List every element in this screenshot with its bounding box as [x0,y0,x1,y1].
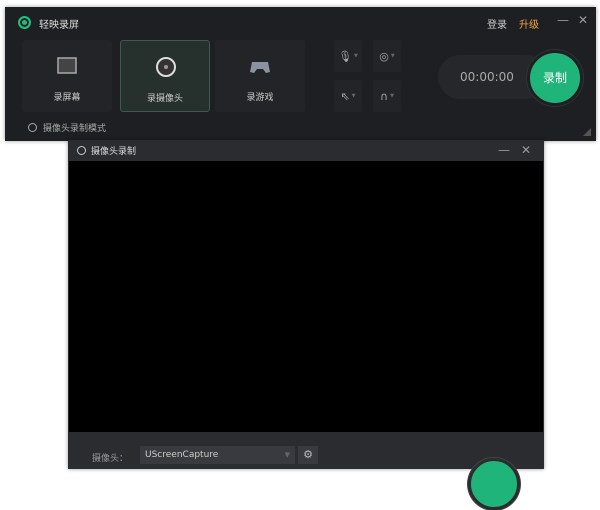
camera-minimize-button[interactable]: — [498,143,510,157]
minimize-button[interactable]: — [557,13,569,27]
login-link[interactable]: 登录 [487,16,507,31]
camera-icon [77,146,86,155]
mode-label: 录游戏 [246,93,274,103]
camera-window-title: 摄像头录制 [91,147,137,157]
resize-grip[interactable] [583,128,591,136]
camera-select-value: UScreenCapture [145,450,219,460]
camera-titlebar[interactable]: 摄像头录制 — ✕ [68,140,544,161]
chevron-down-icon: ▼ [284,451,290,459]
camera-window: 摄像头录制 — ✕ 摄像头： UScreenCapture ▼ ⚙ [68,140,544,510]
app-logo-icon [18,16,31,29]
gamepad-icon [250,62,270,73]
mode-label: 录摄像头 [146,94,183,104]
microphone-icon: 🎙 [338,49,353,63]
camera-close-button[interactable]: ✕ [521,143,531,157]
camera-record-button[interactable] [468,458,520,510]
camera-select[interactable]: UScreenCapture ▼ [140,446,295,464]
microphone-button[interactable]: 🎙 ▼ [334,40,362,72]
gear-icon: ⚙ [303,448,313,461]
mode-indicator: 摄像头录制模式 [28,121,106,134]
camera-preview [69,161,543,432]
close-button[interactable]: ✕ [578,13,588,27]
camera-settings-button[interactable]: ⚙ [298,446,318,464]
speaker-button[interactable]: ∩ ▼ [373,80,401,112]
camera-icon [156,57,176,77]
cursor-button[interactable]: ⇖ ▼ [334,80,362,112]
target-icon [28,123,37,132]
record-button[interactable]: 录制 [527,50,583,106]
upgrade-link[interactable]: 升级 [519,16,539,31]
webcam-button[interactable]: ◎ ▼ [373,40,401,72]
mode-record-screen[interactable]: 录屏幕 [22,40,112,112]
main-window: 轻映录屏 登录 升级 — ✕ 录屏幕 录摄像头 录游戏 🎙 ▼ ◎ ▼ ⇖ ▼ ∩ ▼ … [5,7,596,141]
webcam-icon: ◎ [379,49,389,63]
cursor-icon: ⇖ [340,89,350,103]
camera-label: 摄像头： [92,454,129,464]
mode-text: 摄像头录制模式 [43,124,107,134]
app-title: 轻映录屏 [39,20,79,31]
screen-icon [57,57,77,74]
mode-label: 录屏幕 [53,93,81,103]
headphone-icon: ∩ [380,89,389,103]
mode-record-game[interactable]: 录游戏 [215,40,305,112]
mode-record-camera[interactable]: 录摄像头 [120,40,210,112]
